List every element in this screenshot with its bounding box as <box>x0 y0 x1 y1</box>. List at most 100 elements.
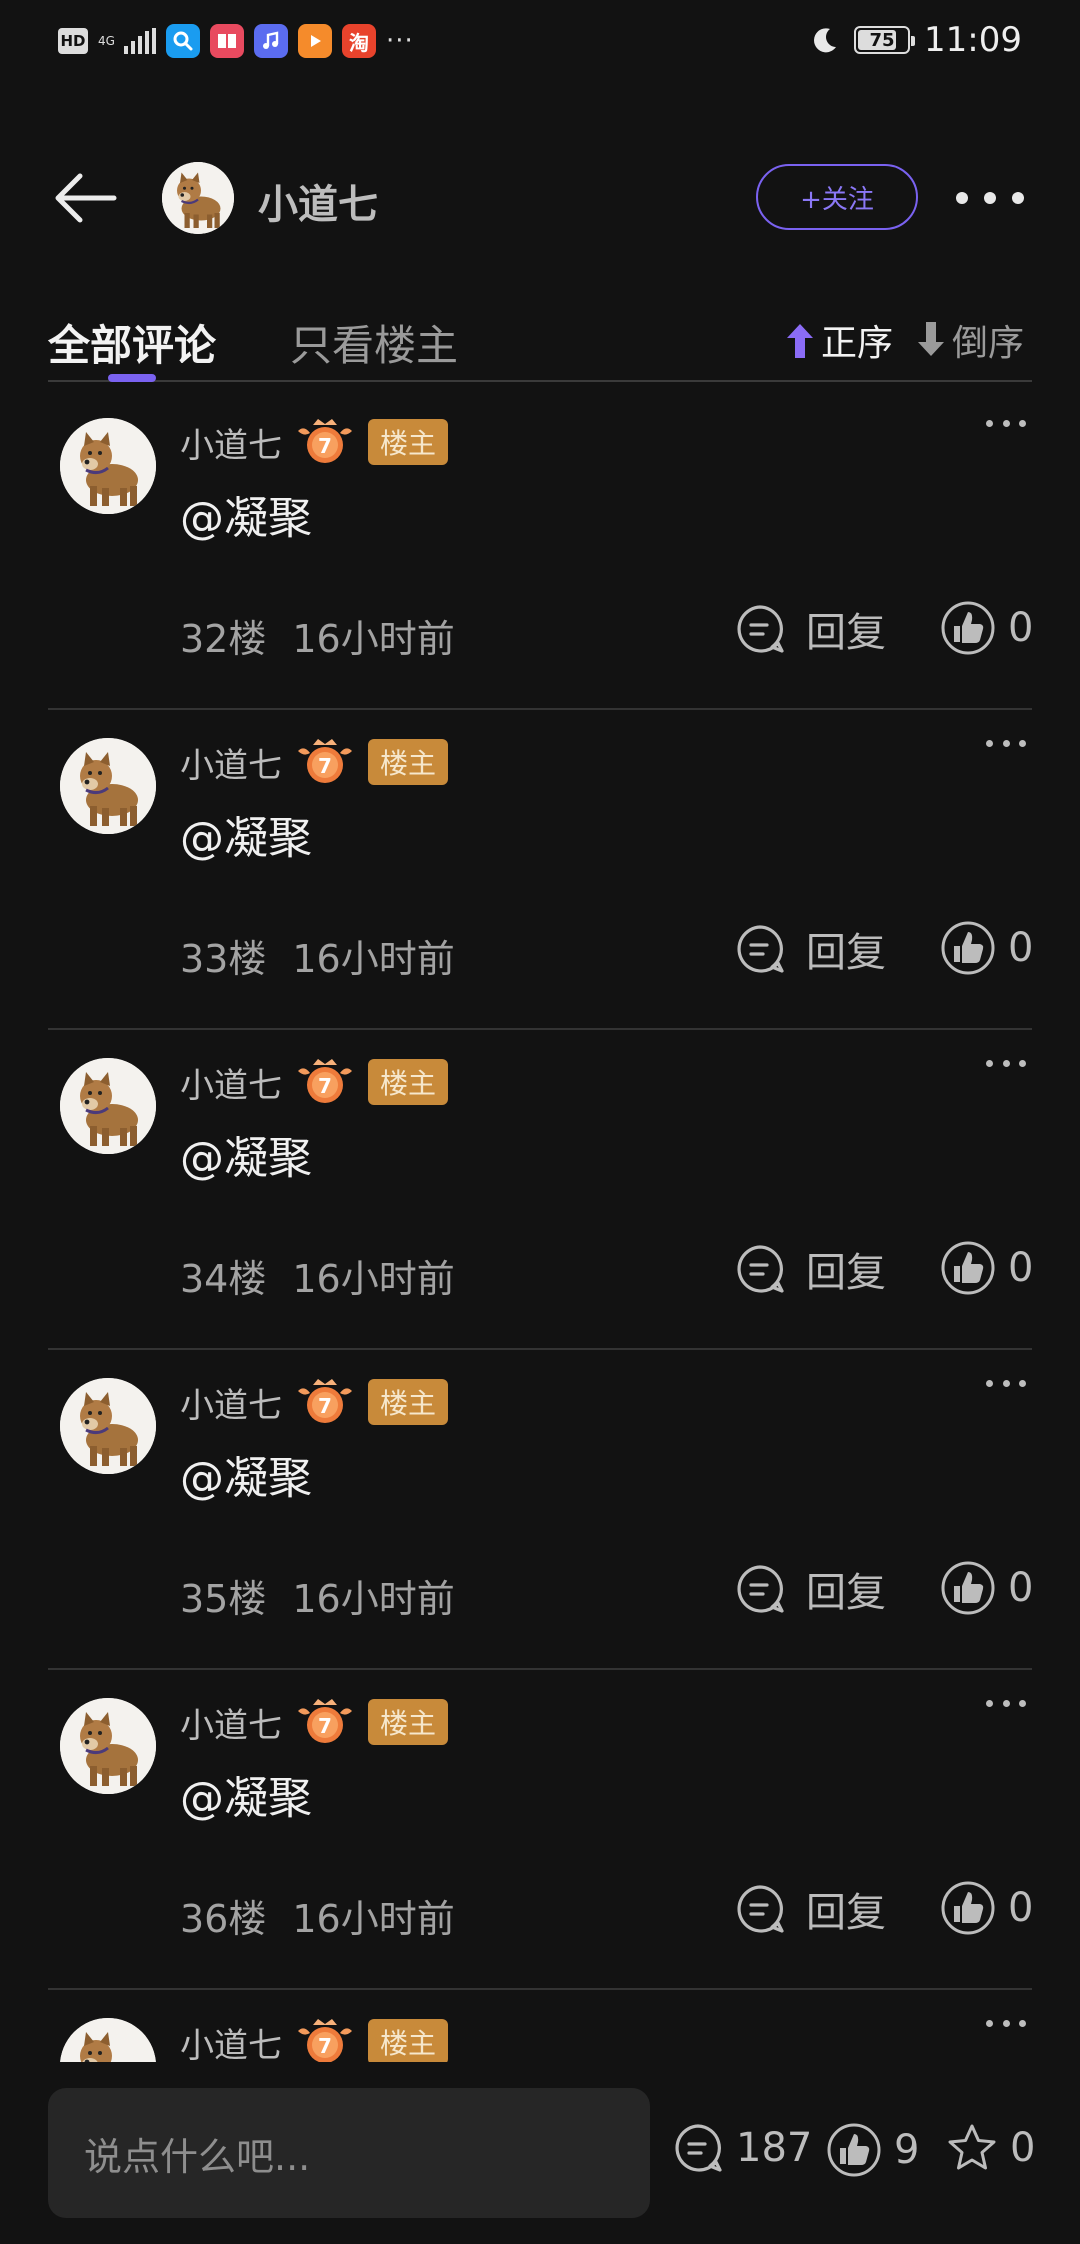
battery-level: 75 <box>869 29 895 51</box>
sort-descending-label: 倒序 <box>952 323 1025 364</box>
signal-icon <box>124 28 156 54</box>
comment-text: @凝聚 <box>180 1133 312 1184</box>
commenter-name[interactable]: 小道七 <box>180 418 282 467</box>
reply-bubble-icon <box>737 1245 784 1293</box>
comment-more-button[interactable] <box>986 2020 1026 2030</box>
tab-owner-only[interactable]: 只看楼主 <box>290 312 458 373</box>
commenter-avatar[interactable] <box>60 1378 156 1474</box>
dot-icon <box>956 192 968 204</box>
commenter-avatar[interactable] <box>60 2018 156 2062</box>
commenter-name[interactable]: 小道七 <box>180 1698 282 1747</box>
comment-meta: 34楼 16小时前 <box>180 1248 455 1303</box>
back-button[interactable] <box>52 168 124 228</box>
sort-descending-button[interactable]: 倒序 <box>914 314 1024 366</box>
level-badge-icon: 7 <box>298 1699 352 1743</box>
comment-more-button[interactable] <box>986 740 1026 750</box>
comment-time: 16小时前 <box>292 617 455 661</box>
owner-badge: 楼主 <box>368 1699 449 1745</box>
commenter-name[interactable]: 小道七 <box>180 1058 282 1107</box>
comment-input[interactable]: 说点什么吧... <box>48 2088 650 2218</box>
comment-item: 小道七 7 楼主 @凝聚 32楼 16小时前 回复 0 <box>48 390 1033 710</box>
level-badge-icon: 7 <box>298 2019 352 2062</box>
comment-item: 小道七 7 楼主 <box>48 1990 1032 2062</box>
like-button[interactable]: 0 <box>940 600 1033 656</box>
comment-text: @凝聚 <box>180 813 312 864</box>
reply-button[interactable]: 回复 <box>734 1880 886 1938</box>
page-title: 小道七 <box>258 182 378 228</box>
status-icons-left: HD 4G 淘 ··· <box>58 22 414 60</box>
reply-button[interactable]: 回复 <box>734 1560 886 1618</box>
reply-bubble-icon <box>737 1885 784 1933</box>
header: 小道七 +关注 <box>0 150 1080 250</box>
owner-badge: 楼主 <box>368 1379 449 1425</box>
comment-text: @凝聚 <box>180 1453 312 1504</box>
comment-more-button[interactable] <box>986 1060 1026 1070</box>
more-notifications-icon: ··· <box>386 26 414 56</box>
like-count: 0 <box>1008 1245 1034 1291</box>
svg-text:7: 7 <box>318 1714 332 1738</box>
reply-button[interactable]: 回复 <box>734 1240 886 1298</box>
commenter-name[interactable]: 小道七 <box>180 1378 282 1427</box>
owner-badge: 楼主 <box>368 1059 449 1105</box>
arrow-left-icon <box>55 173 117 223</box>
thumbs-up-icon <box>941 1561 995 1615</box>
svg-text:7: 7 <box>318 1074 332 1098</box>
reply-button[interactable]: 回复 <box>734 600 886 658</box>
reply-button[interactable]: 回复 <box>734 920 886 978</box>
thumbs-up-icon <box>941 1881 995 1935</box>
commenter-avatar[interactable] <box>60 418 156 514</box>
dog-avatar-icon <box>162 162 234 234</box>
owner-badge: 楼主 <box>368 2019 449 2062</box>
comment-time: 16小时前 <box>292 937 455 981</box>
dog-avatar-icon <box>60 1378 156 1474</box>
like-count: 0 <box>1008 1885 1034 1931</box>
comment-more-button[interactable] <box>986 1700 1026 1710</box>
post-like-button[interactable]: 9 <box>826 2122 919 2178</box>
more-options-button[interactable] <box>956 178 1024 218</box>
favorite-button[interactable]: 0 <box>946 2122 1035 2174</box>
arrow-up-icon <box>787 324 813 358</box>
hd-icon: HD <box>58 28 88 54</box>
dog-avatar-icon <box>60 1698 156 1794</box>
comment-count: 187 <box>736 2125 813 2171</box>
like-button[interactable]: 0 <box>940 1560 1033 1616</box>
music-app-icon <box>254 24 288 58</box>
comment-item: 小道七 7 楼主 @凝聚 36楼 16小时前 回复 0 <box>48 1670 1033 1990</box>
battery-icon: 75 <box>854 26 916 54</box>
comment-more-button[interactable] <box>986 1380 1026 1390</box>
avatar[interactable] <box>162 162 234 234</box>
like-button[interactable]: 0 <box>940 1880 1033 1936</box>
floor-number: 35楼 <box>180 1577 267 1621</box>
arrow-down-icon <box>918 322 944 356</box>
svg-text:7: 7 <box>318 434 332 458</box>
like-button[interactable]: 0 <box>940 1240 1033 1296</box>
comment-time: 16小时前 <box>292 1257 455 1301</box>
comment-time: 16小时前 <box>292 1897 455 1941</box>
commenter-name[interactable]: 小道七 <box>180 2018 282 2063</box>
tab-all-comments[interactable]: 全部评论 <box>48 312 216 373</box>
commenter-avatar[interactable] <box>60 1058 156 1154</box>
status-icons-right: 75 11:09 <box>810 18 1022 62</box>
commenter-name[interactable]: 小道七 <box>180 738 282 787</box>
thumbs-up-icon <box>941 921 995 975</box>
follow-button[interactable]: +关注 <box>756 164 918 230</box>
dot-icon <box>1012 192 1024 204</box>
floor-number: 32楼 <box>180 617 267 661</box>
favorite-count: 0 <box>1010 2125 1036 2171</box>
sort-ascending-button[interactable]: 正序 <box>783 314 893 366</box>
commenter-avatar[interactable] <box>60 1698 156 1794</box>
level-badge-icon: 7 <box>298 1059 352 1103</box>
comment-more-button[interactable] <box>986 420 1026 430</box>
clock: 11:09 <box>924 20 1022 60</box>
commenter-avatar[interactable] <box>60 738 156 834</box>
floor-number: 33楼 <box>180 937 267 981</box>
commenter-info: 小道七 7 楼主 <box>180 414 449 470</box>
like-button[interactable]: 0 <box>940 920 1033 976</box>
comment-time: 16小时前 <box>292 1577 455 1621</box>
dog-avatar-icon <box>60 2018 156 2062</box>
comments-button[interactable]: 187 <box>672 2122 812 2174</box>
comment-meta: 35楼 16小时前 <box>180 1568 455 1623</box>
video-app-icon <box>298 24 332 58</box>
reply-bubble-icon <box>737 605 784 653</box>
reply-label: 回复 <box>806 930 886 976</box>
